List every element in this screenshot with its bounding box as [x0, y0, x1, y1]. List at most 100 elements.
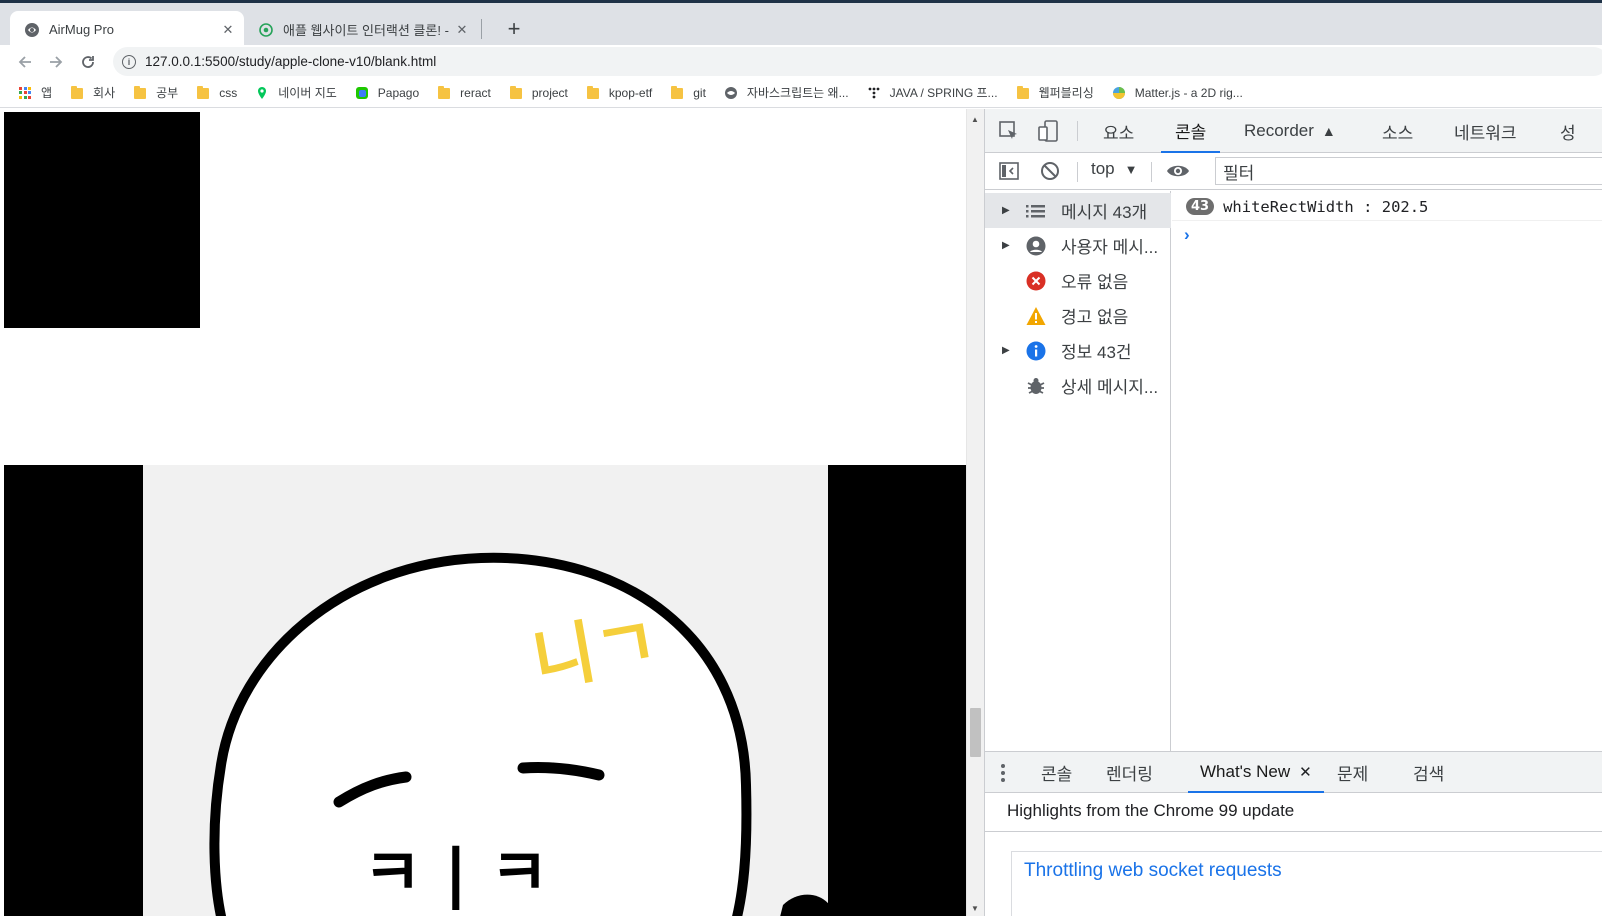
bookmark-papago[interactable]: Papago: [355, 86, 419, 100]
apps-grid-icon: [18, 86, 32, 100]
console-filter-input[interactable]: 필터: [1215, 157, 1602, 185]
context-selector[interactable]: top ▼: [1091, 159, 1138, 179]
tab-sources[interactable]: 소스: [1382, 109, 1413, 153]
bookmark-label: project: [531, 85, 568, 100]
close-icon[interactable]: ✕: [1299, 763, 1312, 781]
new-tab-button[interactable]: +: [500, 15, 528, 43]
browser-window: AirMug Pro ✕ 애플 웹사이트 인터랙션 클론! - ✕ + i 12…: [0, 0, 1602, 916]
toolbar-separator: [1077, 121, 1078, 141]
tab-network[interactable]: 네트워크: [1454, 109, 1517, 153]
face-letters: ㅋ | ㅋ: [363, 837, 549, 911]
eye-icon[interactable]: [1166, 159, 1190, 183]
bookmark-java-spring[interactable]: JAVA / SPRING 프...: [867, 84, 998, 101]
drawer-tab-issues[interactable]: 문제: [1337, 752, 1368, 793]
scroll-up-arrow-icon[interactable]: ▲: [971, 115, 979, 124]
close-icon[interactable]: ✕: [454, 22, 470, 38]
bookmarks-bar: 앱 회사 공부 css 네이버 지도 Papago reract project…: [0, 78, 1602, 108]
dots-icon: [867, 86, 881, 100]
sidebar-item-user-messages[interactable]: ▶ 사용자 메시...: [985, 228, 1171, 263]
folder-icon: [509, 86, 523, 100]
clear-console-icon[interactable]: [1038, 159, 1062, 183]
tab-recorder[interactable]: Recorder ▲: [1244, 109, 1336, 153]
console-log-line: 43 whiteRectWidth : 202.5: [1172, 193, 1602, 221]
sidebar-item-label: 오류 없음: [1061, 273, 1129, 292]
expand-arrow-icon[interactable]: ▶: [1002, 345, 1012, 356]
url-text: 127.0.0.1:5500/study/apple-clone-v10/bla…: [145, 54, 437, 69]
bookmark-css[interactable]: css: [196, 86, 237, 100]
back-button[interactable]: [12, 49, 38, 75]
bookmark-project[interactable]: project: [509, 86, 568, 100]
drawer-tab-whats-new-label: What's New: [1200, 761, 1291, 781]
bookmark-javascript[interactable]: 자바스크립트는 왜...: [724, 84, 849, 101]
expand-arrow-icon[interactable]: ▶: [1002, 205, 1012, 216]
tab-apple-clone[interactable]: 애플 웹사이트 인터랙션 클론! - ✕: [244, 11, 478, 48]
folder-icon: [670, 86, 684, 100]
sidebar-toggle-icon[interactable]: [997, 159, 1021, 183]
bookmark-web-publishing[interactable]: 웹퍼블리싱: [1016, 84, 1094, 101]
sidebar-item-verbose[interactable]: 상세 메시지...: [985, 368, 1171, 403]
folder-icon: [70, 86, 84, 100]
sidebar-item-info[interactable]: ▶ 정보 43건: [985, 333, 1171, 368]
bookmark-naver-map[interactable]: 네이버 지도: [255, 84, 337, 101]
page-scrollbar[interactable]: ▲ ▼: [966, 109, 984, 916]
log-message: whiteRectWidth : 202.5: [1223, 197, 1429, 216]
warning-icon: [1025, 305, 1047, 327]
tab-separator: [481, 19, 482, 39]
bookmark-matter-js[interactable]: Matter.js - a 2D rig...: [1112, 86, 1243, 100]
divider: [985, 831, 1602, 832]
reload-button[interactable]: [75, 49, 101, 75]
dropdown-arrow-icon: ▼: [1124, 161, 1138, 177]
tab-favicon-icon: [258, 22, 274, 38]
tab-console[interactable]: 콘솔: [1161, 109, 1221, 153]
forward-button[interactable]: [43, 49, 69, 75]
site-info-icon[interactable]: i: [122, 54, 136, 69]
sidebar-item-errors[interactable]: 오류 없음: [985, 263, 1171, 298]
feature-card-title[interactable]: Throttling web socket requests: [1024, 860, 1282, 882]
repeat-count-badge: 43: [1186, 198, 1215, 215]
bookmark-label: kpop-etf: [608, 85, 653, 100]
folder-icon: [437, 86, 451, 100]
inspect-element-icon[interactable]: [997, 119, 1021, 143]
console-output: 43 whiteRectWidth : 202.5 ›: [1172, 191, 1602, 751]
feature-card[interactable]: Throttling web socket requests: [1011, 851, 1602, 916]
tab-recorder-label: Recorder: [1244, 121, 1314, 140]
device-toolbar-icon[interactable]: [1036, 119, 1060, 143]
bookmark-label: 앱: [41, 86, 53, 100]
sidebar-item-warnings[interactable]: 경고 없음: [985, 298, 1171, 333]
devtools-tab-bar: 요소 콘솔 Recorder ▲ 소스 네트워크 성: [985, 109, 1602, 153]
bookmark-label: git: [693, 85, 706, 100]
bookmark-kpop-etf[interactable]: kpop-etf: [586, 86, 652, 100]
bookmark-reract[interactable]: reract: [437, 86, 491, 100]
sidebar-item-label: 정보 43건: [1061, 343, 1132, 362]
tab-airmug[interactable]: AirMug Pro ✕: [10, 11, 244, 48]
toolbar-separator: [1077, 162, 1078, 182]
tab-performance-truncated[interactable]: 성: [1560, 109, 1576, 153]
bookmark-apps[interactable]: 앱: [18, 84, 52, 101]
scrollbar-thumb[interactable]: [970, 708, 981, 757]
papago-icon: [355, 86, 369, 100]
bookmark-study[interactable]: 공부: [133, 84, 178, 101]
close-icon[interactable]: ✕: [220, 22, 236, 38]
devtools-panel: 요소 콘솔 Recorder ▲ 소스 네트워크 성 top ▼ 필터 ▶ 메시…: [984, 109, 1602, 916]
drawer-tab-search[interactable]: 검색: [1413, 752, 1444, 793]
tab-title: AirMug Pro: [49, 22, 115, 37]
console-sidebar: ▶ 메시지 43개 ▶ 사용자 메시... 오류 없음 경고 없음 ▶ 정보 4…: [985, 191, 1171, 751]
scroll-down-arrow-icon[interactable]: ▼: [971, 904, 979, 913]
drawer-tab-console[interactable]: 콘솔: [1041, 752, 1072, 793]
drawing-canvas: 니ㄱ ㅋ | ㅋ: [143, 465, 828, 916]
drawer-tab-whats-new[interactable]: What's New ✕: [1188, 752, 1324, 793]
console-prompt[interactable]: ›: [1184, 225, 1190, 245]
sidebar-item-messages[interactable]: ▶ 메시지 43개: [985, 193, 1171, 228]
bookmark-git[interactable]: git: [670, 86, 706, 100]
bookmark-company[interactable]: 회사: [70, 84, 115, 101]
drawer-tab-rendering[interactable]: 렌더링: [1106, 752, 1153, 793]
drawer-tab-bar: 콘솔 렌더링 What's New ✕ 문제 검색: [985, 751, 1602, 793]
address-bar[interactable]: i 127.0.0.1:5500/study/apple-clone-v10/b…: [113, 47, 1602, 76]
tab-elements[interactable]: 요소: [1103, 109, 1134, 153]
more-menu-icon[interactable]: [997, 761, 1009, 785]
sidebar-item-label: 경고 없음: [1061, 308, 1129, 327]
bookmark-label: 자바스크립트는 왜...: [746, 86, 849, 100]
expand-arrow-icon[interactable]: ▶: [1002, 240, 1012, 251]
bookmark-label: 회사: [93, 86, 116, 100]
info-icon: [1025, 340, 1047, 362]
